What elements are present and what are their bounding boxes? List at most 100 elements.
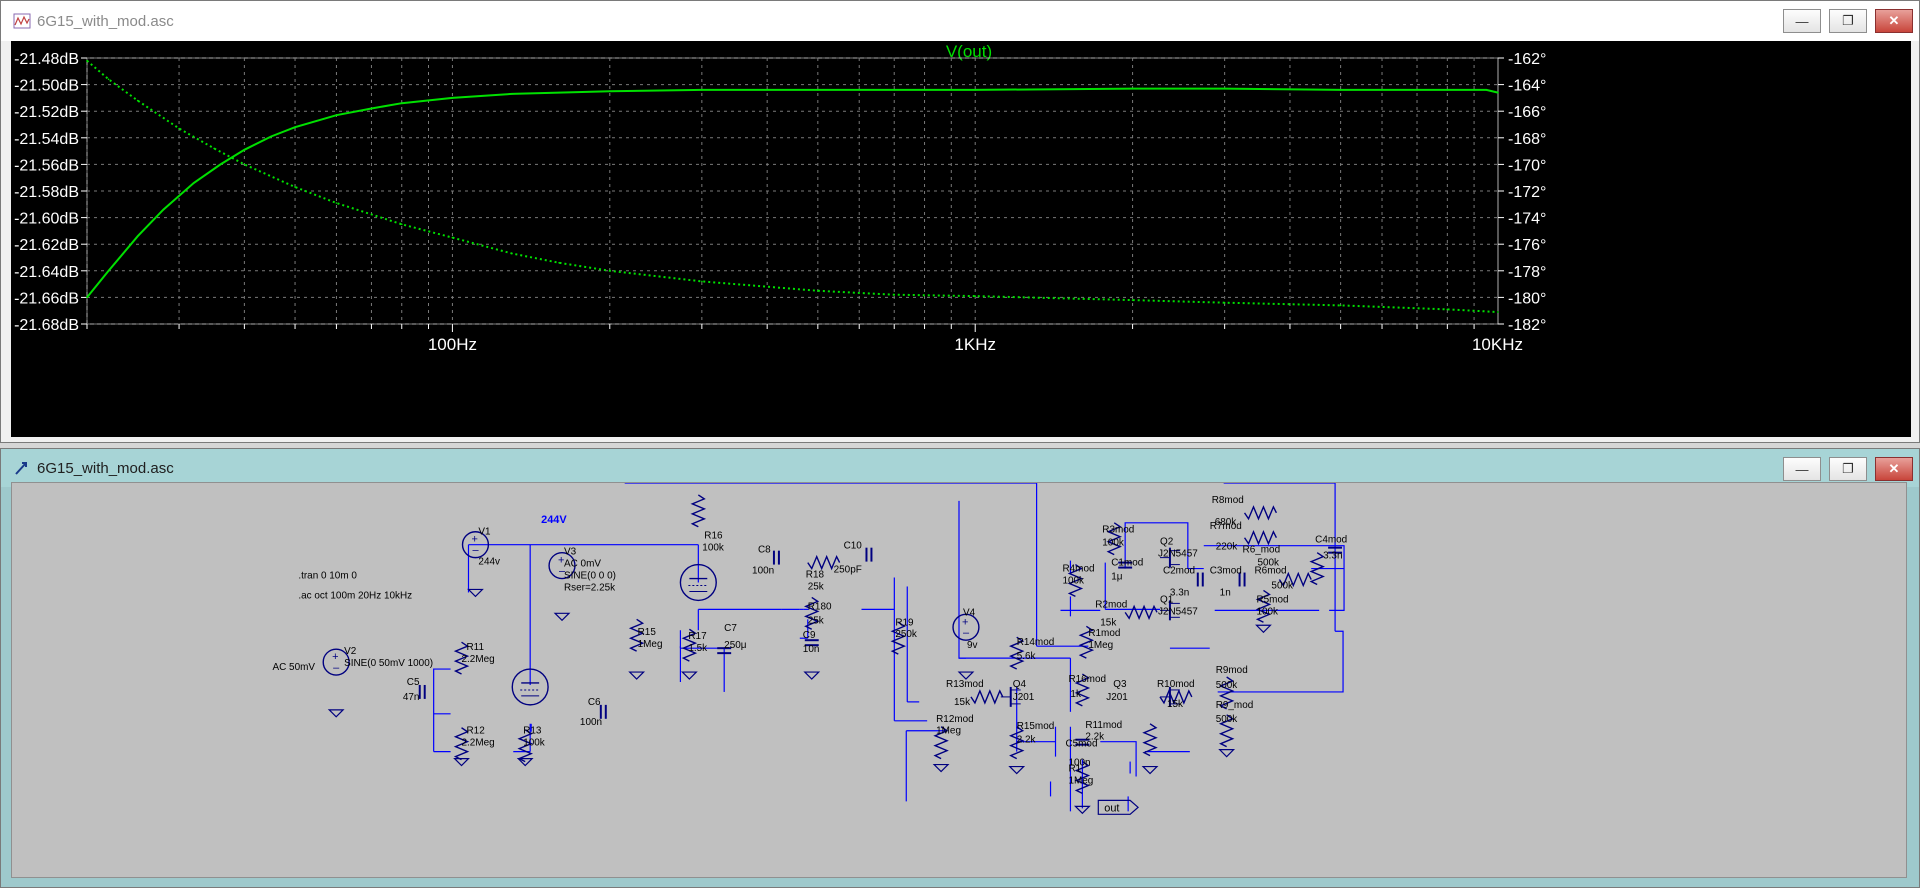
net-label-out[interactable]: out xyxy=(1097,799,1139,815)
component-label-c3mod: 1n xyxy=(1220,587,1231,598)
waveform-window-titlebar[interactable]: 6G15_with_mod.asc — ❐ ✕ xyxy=(1,1,1919,41)
ground-symbol xyxy=(1141,765,1159,775)
ground-symbol xyxy=(803,671,821,680)
resistor-symbol xyxy=(1142,723,1158,757)
component-label-r11: R11 xyxy=(467,642,485,653)
trace-point xyxy=(1497,91,1499,94)
y-right-tick-label: -172° xyxy=(1508,184,1546,201)
component-label-c7: C7 xyxy=(724,623,737,634)
component-label-r12: R12 xyxy=(467,726,486,737)
y-right-tick-label: -174° xyxy=(1508,211,1546,228)
y-left-tick-label: -21.56dB xyxy=(14,157,79,174)
capacitor-C2mod[interactable] xyxy=(1196,572,1204,587)
close-button[interactable]: ✕ xyxy=(1875,9,1913,33)
component-label-c8: C8 xyxy=(758,545,771,556)
ground-symbol xyxy=(1218,749,1236,758)
component-label-v2: AC 50mV xyxy=(272,662,315,673)
component-label-c1mod: 1μ xyxy=(1111,572,1122,583)
trace-point xyxy=(1223,301,1226,304)
spice-directive[interactable]: .ac oct 100m 20Hz 10kHz xyxy=(298,590,412,601)
y-right-tick-label: -182° xyxy=(1508,317,1546,334)
y-left-tick-label: -21.50dB xyxy=(14,78,79,95)
trace-point xyxy=(511,252,513,255)
trace-point xyxy=(609,270,611,272)
component-label-r2mod: R2mod xyxy=(1095,599,1127,610)
trace-point xyxy=(1131,87,1134,90)
trace-point xyxy=(401,223,403,226)
wire xyxy=(958,500,1071,659)
y-left-tick-label: -21.48dB xyxy=(14,51,79,68)
schematic-minimize-button[interactable]: — xyxy=(1783,457,1821,481)
component-label-r14mod: 5.6k xyxy=(1017,651,1036,662)
component-label-r180: 25k xyxy=(808,615,824,626)
ground-symbol xyxy=(932,763,950,773)
resistor-R16[interactable] xyxy=(690,494,707,528)
trace-point xyxy=(1446,308,1449,311)
component-label-r18: 25k xyxy=(808,581,824,592)
resistor-R13mod[interactable] xyxy=(970,689,1004,705)
ground-icon xyxy=(453,758,470,767)
y-right-tick-label: -170° xyxy=(1508,157,1546,174)
x-tick-label: 10KHz xyxy=(1472,335,1523,354)
waveform-plot[interactable]: V(out) -21.48dB-21.50dB-21.52dB-21.54dB-… xyxy=(11,41,1911,437)
capacitor-C10[interactable] xyxy=(865,547,873,562)
component-label-r11: 2.2Meg xyxy=(462,654,495,665)
component-label-c5mod: C5mod xyxy=(1065,739,1097,750)
resistor-R7mod[interactable] xyxy=(1243,529,1278,546)
component-label-r4mod: 100k xyxy=(1062,575,1084,586)
minus-icon: – xyxy=(333,662,340,674)
trace-point xyxy=(609,90,611,92)
component-label-c6: C6 xyxy=(588,697,601,708)
component-label-c5: 47n xyxy=(403,692,420,703)
schematic-wires xyxy=(433,483,1345,812)
trace-point xyxy=(1446,89,1449,91)
schematic-restore-button[interactable]: ❐ xyxy=(1829,457,1867,481)
component-label-v1: 244v xyxy=(478,557,500,568)
resistor-R2mod[interactable] xyxy=(1124,604,1158,621)
component-label-r17: 1.5k xyxy=(688,643,707,654)
restore-button[interactable]: ❐ xyxy=(1829,9,1867,33)
component-label-v3: Rser=2.25k xyxy=(564,582,615,593)
schematic-close-button[interactable]: ✕ xyxy=(1875,457,1913,481)
trace-point xyxy=(558,262,560,264)
component-label-r5mod: 100k xyxy=(1256,606,1278,617)
component-label-v3: AC 0mV xyxy=(564,559,601,570)
minimize-button[interactable]: — xyxy=(1783,9,1821,33)
component-label-r9mod: 500k xyxy=(1216,680,1238,691)
component-label-q4: J201 xyxy=(1013,692,1035,703)
y-right-tick-label: -180° xyxy=(1508,290,1546,307)
component-label-r6_mod: 500k xyxy=(1257,558,1279,569)
component-label-c10: C10 xyxy=(844,541,863,552)
y-right-tick-label: -176° xyxy=(1508,237,1546,254)
y-left-tick-label: -21.54dB xyxy=(14,131,79,148)
trace-point xyxy=(370,107,373,110)
waveform-window[interactable]: 6G15_with_mod.asc — ❐ ✕ V(out) -21.48dB -… xyxy=(0,0,1920,443)
ground-symbol xyxy=(1255,624,1272,634)
component-label-r6_mod: R6_mod xyxy=(1243,545,1281,556)
component-label-r13: R13 xyxy=(523,726,542,737)
component-label-v2: V2 xyxy=(344,646,357,657)
trace-point xyxy=(335,114,338,116)
spice-directive[interactable]: .tran 0 10m 0 xyxy=(298,571,357,582)
minimize-icon: — xyxy=(1795,461,1809,477)
component-label-r3mod: R3mod xyxy=(1102,525,1134,536)
trace-point xyxy=(243,163,246,166)
y-right-tick-label: -168° xyxy=(1508,131,1546,148)
trace-point xyxy=(1339,89,1342,91)
resistor-R11mod[interactable] xyxy=(1142,723,1158,757)
ground-icon xyxy=(1255,624,1272,634)
resistor-R8mod[interactable] xyxy=(1243,505,1278,521)
component-label-v3: SINE(0 0 0) xyxy=(564,571,616,582)
component-label-q1: Q1 xyxy=(1160,594,1174,605)
y-right-tick-label: -162° xyxy=(1508,51,1546,68)
component-label-v2: SINE(0 50mV 1000) xyxy=(344,658,433,669)
capacitor-C5[interactable] xyxy=(418,684,426,699)
component-label-r2mod: 15k xyxy=(1100,617,1116,628)
schematic-canvas[interactable]: +–+–+–+–out 244V.tran 0 10m 0.ac oct 100… xyxy=(11,482,1907,878)
trace-point xyxy=(1485,89,1488,91)
ground-icon xyxy=(803,671,821,680)
y-right-tick-label: -166° xyxy=(1508,104,1546,121)
trace-point xyxy=(270,135,272,138)
component-label-q4: Q4 xyxy=(1013,679,1027,690)
capacitor-C8[interactable] xyxy=(772,550,780,565)
